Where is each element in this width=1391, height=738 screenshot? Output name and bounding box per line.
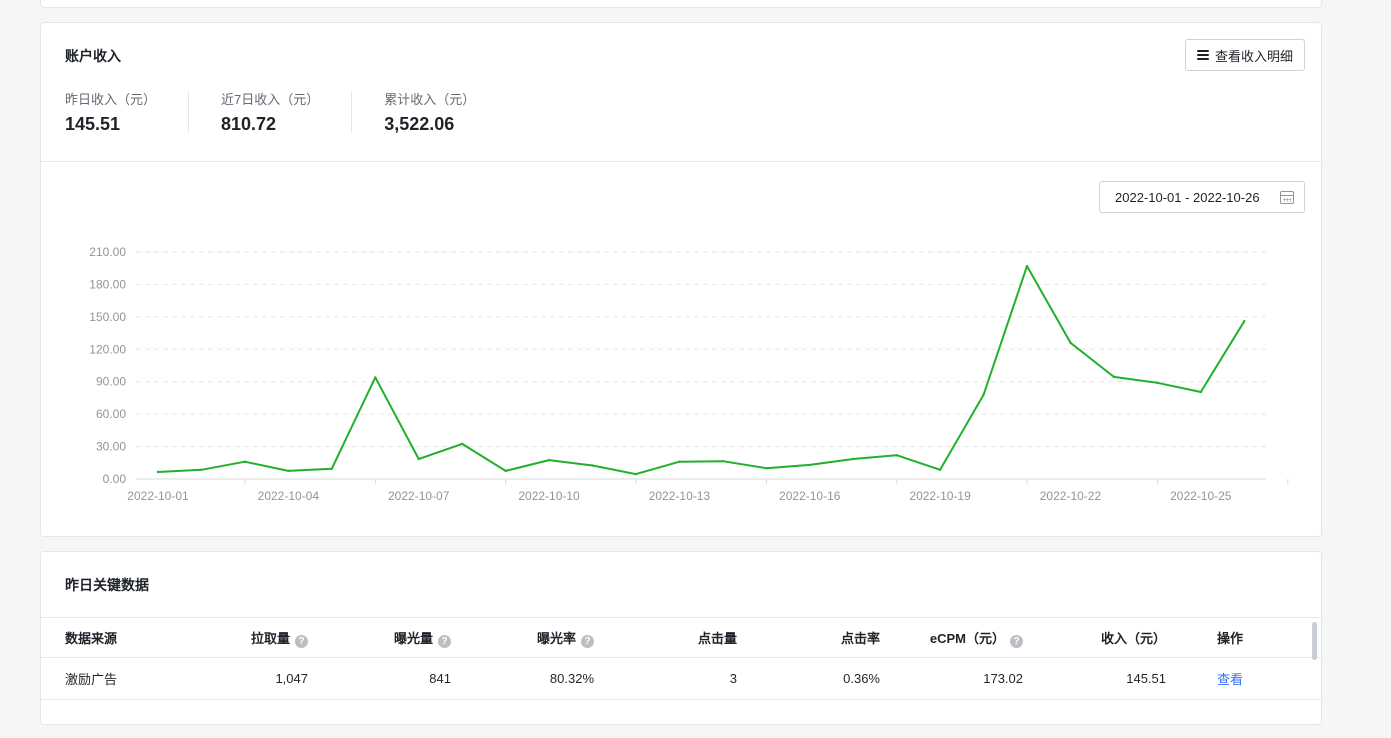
income-card: 账户收入 查看收入明细 昨日收入（元） 145.51 近7日收入（元） 810.… — [40, 22, 1322, 537]
y-tick-label: 120.00 — [89, 342, 126, 356]
help-icon[interactable]: ? — [581, 634, 594, 648]
key-data-table: 数据来源 拉取量? 曝光量? 曝光率? 点击量 点击率 eCPM（元）? 收入（… — [41, 617, 1321, 700]
cell-requests: 1,047 — [275, 671, 308, 686]
cell-ecpm: 173.02 — [983, 671, 1023, 686]
x-tick-label: 2022-10-10 — [518, 489, 580, 503]
x-tick-label: 2022-10-25 — [1170, 489, 1232, 503]
col-action: 操作 — [1216, 631, 1243, 646]
data-point — [1156, 381, 1159, 384]
data-point — [1069, 341, 1072, 344]
help-icon[interactable]: ? — [1010, 634, 1023, 648]
col-source: 数据来源 — [65, 631, 118, 646]
data-point — [982, 393, 985, 396]
table-header: 数据来源 拉取量? 曝光量? 曝光率? 点击量 点击率 eCPM（元）? 收入（… — [41, 617, 1321, 658]
x-tick-label: 2022-10-13 — [649, 489, 711, 503]
data-point — [504, 469, 507, 473]
data-point — [417, 457, 420, 461]
cell-income: 145.51 — [1126, 671, 1166, 686]
data-point — [938, 468, 942, 472]
data-point — [721, 459, 725, 463]
data-point — [852, 457, 855, 461]
cell-impressions: 841 — [429, 671, 451, 686]
data-point — [330, 467, 333, 470]
table-row: 激励广告 1,047 841 80.32% 3 0.36% 173.02 145… — [41, 658, 1321, 700]
data-point — [243, 460, 247, 463]
data-point — [1112, 375, 1116, 379]
x-tick-label: 2022-10-07 — [388, 489, 450, 503]
data-point — [678, 460, 681, 463]
col-impressions: 曝光量? — [322, 628, 465, 648]
cell-impression-rate: 80.32% — [549, 671, 594, 686]
top-card — [40, 0, 1322, 8]
x-tick-label: 2022-10-01 — [127, 489, 189, 503]
x-tick-label: 2022-10-22 — [1040, 489, 1102, 503]
key-data-title: 昨日关键数据 — [65, 577, 149, 593]
y-tick-label: 150.00 — [89, 310, 126, 324]
cell-action: 查看 — [1180, 669, 1280, 688]
data-point — [1025, 264, 1029, 268]
y-tick-label: 90.00 — [96, 375, 126, 389]
col-requests: 拉取量? — [179, 628, 322, 648]
y-tick-label: 180.00 — [89, 277, 126, 291]
y-tick-label: 210.00 — [89, 245, 126, 259]
x-tick-label: 2022-10-16 — [779, 489, 841, 503]
data-point — [1243, 319, 1246, 323]
data-point — [156, 470, 160, 474]
chart-series — [156, 264, 1246, 476]
col-ecpm: eCPM（元）? — [894, 628, 1037, 648]
y-tick-label: 30.00 — [96, 440, 126, 454]
series-line — [157, 265, 1246, 476]
data-point — [765, 466, 768, 470]
data-point — [591, 464, 594, 467]
data-point — [1199, 390, 1203, 394]
key-data-card: 昨日关键数据 数据来源 拉取量? 曝光量? 曝光率? 点击量 点击率 eCPM（… — [40, 551, 1322, 725]
data-point — [895, 454, 898, 457]
col-income: 收入（元） — [1100, 631, 1166, 646]
help-icon[interactable]: ? — [438, 634, 451, 648]
data-point — [460, 442, 464, 446]
data-point — [374, 376, 377, 379]
data-point — [200, 468, 203, 472]
cell-clicks: 3 — [729, 671, 737, 686]
view-link[interactable]: 查看 — [1217, 672, 1243, 687]
cell-ctr: 0.36% — [843, 671, 880, 686]
y-tick-label: 60.00 — [96, 407, 126, 421]
col-clicks: 点击量 — [697, 631, 737, 646]
cell-source: 激励广告 — [65, 672, 118, 687]
chart-grid — [136, 251, 1266, 448]
chart-axes: 0.00 30.00 60.00 90.00 120.00 150.00 180.00 210… — [89, 245, 1289, 503]
data-point — [808, 463, 811, 467]
data-point — [634, 472, 638, 476]
x-tick-label: 2022-10-19 — [909, 489, 971, 503]
data-point — [547, 458, 551, 462]
help-icon[interactable]: ? — [295, 634, 308, 648]
col-ctr: 点击率 — [840, 631, 880, 646]
col-impression-rate: 曝光率? — [465, 628, 608, 648]
income-line-chart: 0.00 30.00 60.00 90.00 120.00 150.00 180.00 210… — [89, 245, 1289, 503]
data-point — [287, 469, 290, 473]
x-tick-label: 2022-10-04 — [258, 489, 320, 503]
scrollbar[interactable] — [1312, 622, 1317, 660]
y-tick-label: 0.00 — [103, 472, 127, 486]
